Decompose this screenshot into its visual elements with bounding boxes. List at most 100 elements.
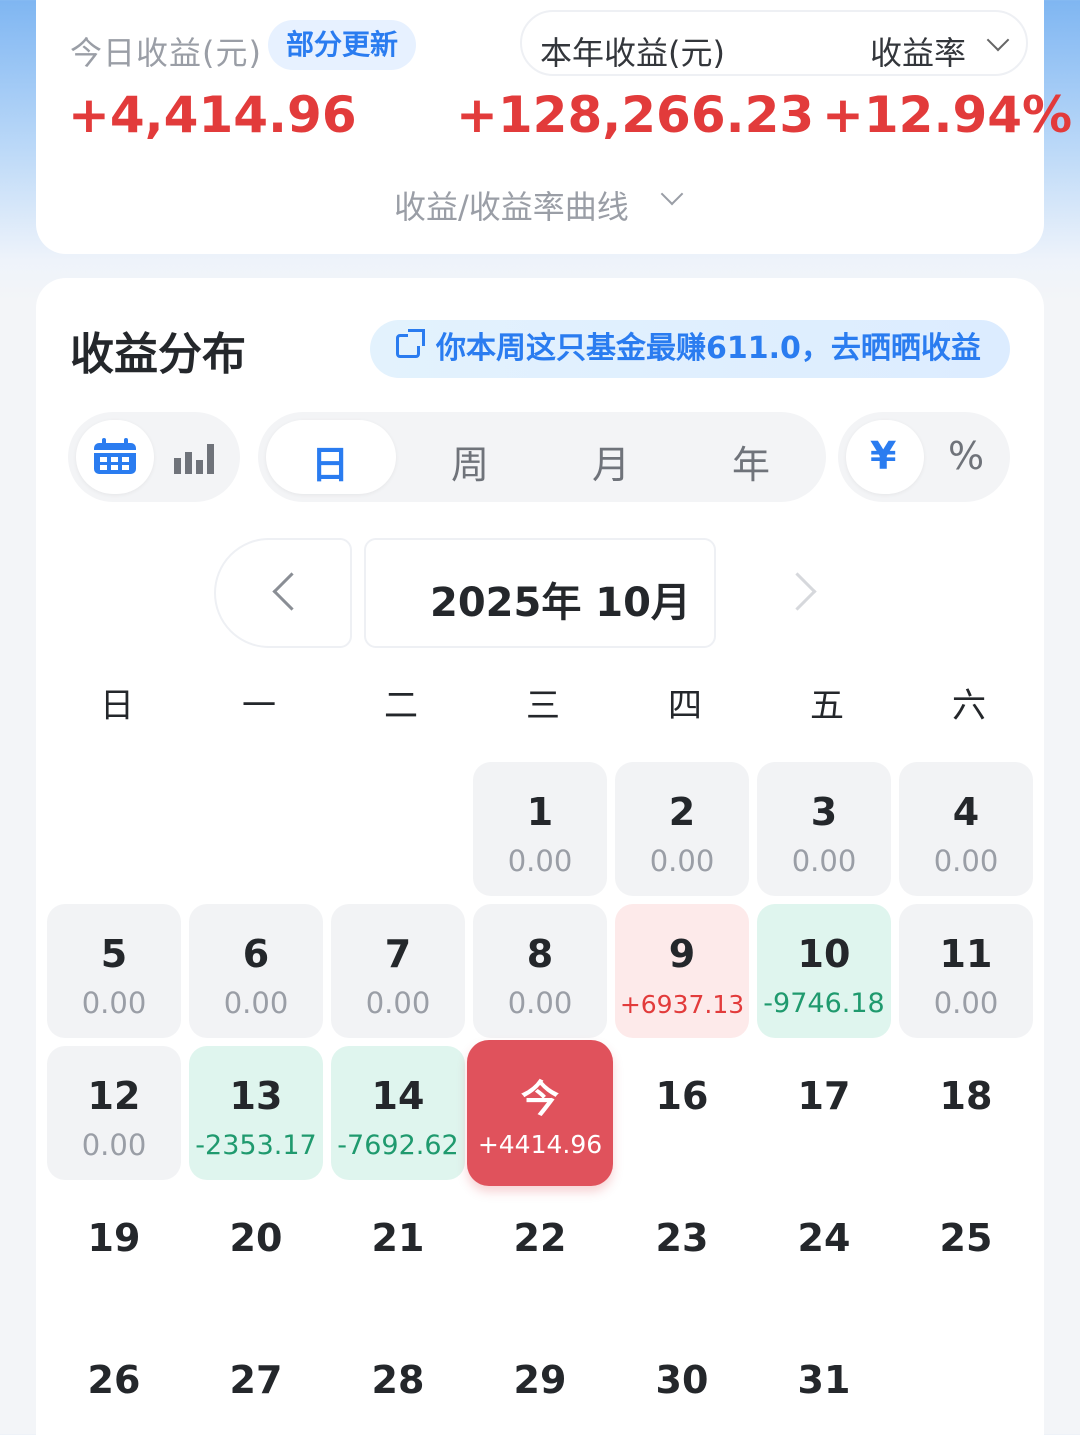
day-number: 20 xyxy=(229,1216,283,1260)
today-income-label: 今日收益(元) xyxy=(70,34,262,72)
calendar-day[interactable]: 2 0.00 xyxy=(615,762,749,896)
day-income: 0.00 xyxy=(649,844,715,878)
calendar-day[interactable]: 8 0.00 xyxy=(473,904,607,1038)
day-income: +4414.96 xyxy=(477,1130,603,1159)
calendar-day[interactable]: 20 xyxy=(189,1188,323,1322)
day-number: 4 xyxy=(952,790,980,834)
year-income-value: +128,266.23 xyxy=(456,86,815,144)
calendar-day[interactable]: 5 0.00 xyxy=(47,904,181,1038)
weekday-label: 四 xyxy=(668,686,702,726)
day-number: 12 xyxy=(87,1074,141,1118)
day-income: -2353.17 xyxy=(195,1130,317,1161)
calendar-day[interactable]: 6 0.00 xyxy=(189,904,323,1038)
calendar-day[interactable]: 4 0.00 xyxy=(899,762,1033,896)
month-title: 2025年 10月 xyxy=(430,580,691,626)
calendar-day[interactable]: 7 0.00 xyxy=(331,904,465,1038)
share-promo-banner[interactable]: 你本周这只基金最赚611.0，去晒晒收益 xyxy=(370,320,1010,378)
calendar-day[interactable]: 31 xyxy=(757,1330,891,1435)
tab-year[interactable]: 年 xyxy=(732,434,770,489)
day-income: 0.00 xyxy=(507,986,573,1020)
unit-toggle: ¥ % xyxy=(838,412,1010,502)
calendar-day-today[interactable]: 今 +4414.96 xyxy=(467,1040,613,1186)
day-number: 16 xyxy=(655,1074,709,1118)
calendar-day[interactable]: 19 xyxy=(47,1188,181,1322)
unit-percent-button[interactable]: % xyxy=(948,434,984,478)
chevron-down-icon[interactable] xyxy=(660,182,684,206)
calendar-day[interactable]: 11 0.00 xyxy=(899,904,1033,1038)
promo-text: 你本周这只基金最赚611.0，去晒晒收益 xyxy=(436,331,981,366)
tab-week[interactable]: 周 xyxy=(451,434,489,489)
day-number: 7 xyxy=(384,932,412,976)
calendar-day[interactable]: 13 -2353.17 xyxy=(189,1046,323,1180)
section-title: 收益分布 xyxy=(70,329,246,380)
calendar-day[interactable]: 24 xyxy=(757,1188,891,1322)
calendar-icon xyxy=(94,438,136,474)
calendar-view-button[interactable] xyxy=(76,420,154,494)
day-income: 0.00 xyxy=(933,986,999,1020)
day-number: 8 xyxy=(526,932,554,976)
day-income: 0.00 xyxy=(223,986,289,1020)
day-income: 0.00 xyxy=(81,986,147,1020)
weekday-label: 五 xyxy=(810,686,844,726)
day-income: 0.00 xyxy=(81,1128,147,1162)
day-number: 14 xyxy=(371,1074,425,1118)
weekday-label: 三 xyxy=(526,686,560,726)
day-number: 2 xyxy=(668,790,696,834)
calendar-day[interactable]: 14 -7692.62 xyxy=(331,1046,465,1180)
curve-toggle[interactable]: 收益/收益率曲线 xyxy=(394,182,629,228)
day-number: 9 xyxy=(668,932,696,976)
unit-yuan-button[interactable]: ¥ xyxy=(870,434,896,478)
day-number: 6 xyxy=(242,932,270,976)
tab-month[interactable]: 月 xyxy=(592,434,630,489)
calendar-day[interactable]: 22 xyxy=(473,1188,607,1322)
day-number: 31 xyxy=(797,1358,851,1402)
bar-chart-icon[interactable] xyxy=(172,442,218,476)
day-income: 0.00 xyxy=(507,844,573,878)
calendar-day[interactable]: 30 xyxy=(615,1330,749,1435)
share-icon xyxy=(396,329,425,358)
day-number: 21 xyxy=(371,1216,425,1260)
calendar-day[interactable]: 21 xyxy=(331,1188,465,1322)
calendar-day[interactable]: 9 +6937.13 xyxy=(615,904,749,1038)
summary-card: 今日收益(元) 部分更新 本年收益(元) 收益率 +4,414.96 +128,… xyxy=(36,0,1072,254)
weekday-label: 六 xyxy=(952,686,986,726)
day-number: 29 xyxy=(513,1358,567,1402)
calendar-day[interactable]: 27 xyxy=(189,1330,323,1435)
day-number: 19 xyxy=(87,1216,141,1260)
day-number: 22 xyxy=(513,1216,567,1260)
day-income: -7692.62 xyxy=(337,1130,459,1161)
day-number: 17 xyxy=(797,1074,851,1118)
partial-update-badge[interactable]: 部分更新 xyxy=(268,20,417,70)
chevron-right-icon[interactable] xyxy=(778,572,817,611)
day-number: 5 xyxy=(100,932,128,976)
day-number: 24 xyxy=(797,1216,851,1260)
day-number: 25 xyxy=(939,1216,993,1260)
calendar-day[interactable]: 1 0.00 xyxy=(473,762,607,896)
weekday-label: 一 xyxy=(242,686,276,726)
calendar-day[interactable]: 16 xyxy=(615,1046,749,1180)
day-number: 28 xyxy=(371,1358,425,1402)
day-income: 0.00 xyxy=(791,844,857,878)
rate-value: +12.94% xyxy=(822,86,1073,144)
calendar-day[interactable]: 17 xyxy=(757,1046,891,1180)
day-number: 1 xyxy=(526,790,554,834)
day-number: 10 xyxy=(797,932,851,976)
day-income: +6937.13 xyxy=(619,990,745,1019)
calendar-day[interactable]: 28 xyxy=(331,1330,465,1435)
day-number: 27 xyxy=(229,1358,283,1402)
rate-dropdown-label[interactable]: 收益率 xyxy=(870,28,966,74)
day-number: 11 xyxy=(939,932,993,976)
calendar-day[interactable]: 25 xyxy=(899,1188,1033,1322)
calendar-day[interactable]: 29 xyxy=(473,1330,607,1435)
period-tabs: 日 周 月 年 xyxy=(258,412,826,502)
distribution-card: 收益分布 你本周这只基金最赚611.0，去晒晒收益 日 周 月 年 ¥ % 20… xyxy=(36,278,1044,1435)
calendar-day[interactable]: 26 xyxy=(47,1330,181,1435)
calendar-day[interactable]: 10 -9746.18 xyxy=(757,904,891,1038)
calendar-day[interactable]: 18 xyxy=(899,1046,1033,1180)
calendar-day[interactable]: 3 0.00 xyxy=(757,762,891,896)
calendar-day[interactable]: 12 0.00 xyxy=(47,1046,181,1180)
tab-day[interactable]: 日 xyxy=(311,434,349,489)
day-number: 13 xyxy=(229,1074,283,1118)
today-income-value: +4,414.96 xyxy=(68,86,357,144)
calendar-day[interactable]: 23 xyxy=(615,1188,749,1322)
